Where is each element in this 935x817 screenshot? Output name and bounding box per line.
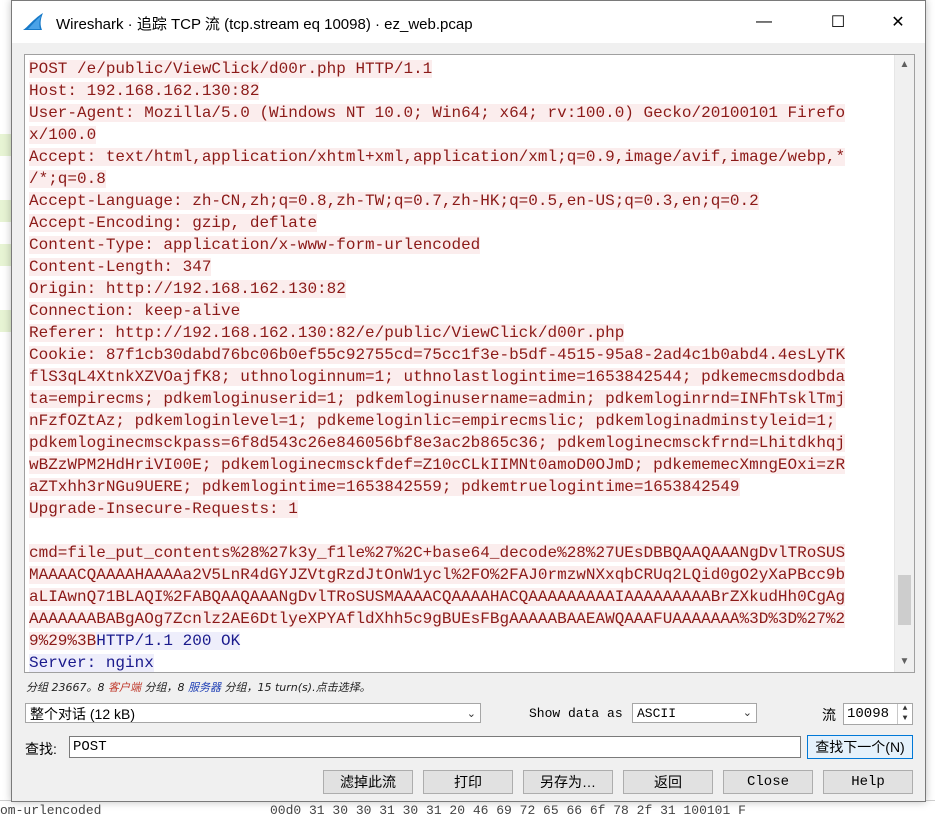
close-window-button[interactable]: ✕: [875, 1, 921, 43]
status-client-label: 客户端: [107, 681, 141, 694]
client-segment: x/100.0: [29, 126, 97, 144]
close-button[interactable]: Close: [723, 770, 813, 794]
find-label: 查找:: [25, 741, 57, 757]
stream-line: Host: 192.168.162.130:82: [29, 80, 891, 102]
client-segment: aLIAwnQ71BLAQI%2FABQAAQAAANgDvlTRoSUSMAA…: [29, 588, 846, 606]
client-segment: flS3qL4XtnkXZVOajfK8; uthnologinnum=1; u…: [29, 368, 846, 386]
client-segment: /*;q=0.8: [29, 170, 106, 188]
background-hex-dump: 00d0 31 30 30 31 30 31 20 46 69 72 65 66…: [270, 803, 746, 817]
client-segment: 9%29%3B: [29, 632, 97, 650]
scrollbar-thumb[interactable]: [898, 575, 911, 625]
show-data-value: ASCII: [637, 706, 677, 721]
client-segment: Host: 192.168.162.130:82: [29, 82, 260, 100]
stream-line: Accept-Language: zh-CN,zh;q=0.8,zh-TW;q=…: [29, 190, 891, 212]
stream-line: Server: nginx: [29, 652, 891, 672]
find-next-button[interactable]: 查找下一个(N): [807, 735, 913, 759]
stream-line: Upgrade-Insecure-Requests: 1: [29, 498, 891, 520]
server-segment: Server: nginx: [29, 654, 154, 672]
status-prefix: 分组 23667。8: [26, 681, 108, 694]
conversation-select-value: 整个对话 (12 kB): [30, 706, 136, 722]
stream-line: Cookie: 87f1cb30dabd76bc06b0ef55c92755cd…: [29, 344, 891, 366]
stream-line: cmd=file_put_contents%28%27k3y_f1le%27%2…: [29, 542, 891, 564]
stream-number-value: 10098: [847, 706, 890, 722]
stream-content-pane[interactable]: POST /e/public/ViewClick/d00r.php HTTP/1…: [24, 54, 915, 673]
stream-line: Accept: text/html,application/xhtml+xml,…: [29, 146, 891, 168]
stream-text[interactable]: POST /e/public/ViewClick/d00r.php HTTP/1…: [29, 58, 891, 672]
stream-line: POST /e/public/ViewClick/d00r.php HTTP/1…: [29, 58, 891, 80]
follow-tcp-stream-dialog: Wireshark · 追踪 TCP 流 (tcp.stream eq 1009…: [11, 0, 926, 802]
vertical-scrollbar[interactable]: ▲ ▼: [894, 55, 914, 672]
client-segment: ta=empirecms; pdkemloginuserid=1; pdkeml…: [29, 390, 846, 408]
client-segment: Accept-Language: zh-CN,zh;q=0.8,zh-TW;q=…: [29, 192, 759, 210]
client-segment: AAAAAAABABgAOg7Zcnlz2AE6DtlyeXPYAfldXhh5…: [29, 610, 846, 628]
stream-number-spinbox[interactable]: 10098 ▲ ▼: [843, 703, 913, 725]
client-segment: Content-Type: application/x-www-form-url…: [29, 236, 481, 254]
filter-out-button[interactable]: 滤掉此流: [323, 770, 413, 794]
stream-label: 流: [822, 707, 836, 723]
server-segment: HTTP/1.1 200 OK: [96, 632, 241, 650]
client-segment: wBZzWPM2HdHriVI00E; pdkemloginecmsckfdef…: [29, 456, 846, 474]
client-segment: nFzfOZtAz; pdkemloginlevel=1; pdkemelogi…: [29, 412, 836, 430]
stream-line: Accept-Encoding: gzip, deflate: [29, 212, 891, 234]
show-data-label: Show data as: [529, 706, 623, 721]
chevron-down-icon: ⌄: [742, 708, 752, 720]
stream-line: Content-Length: 347: [29, 256, 891, 278]
stream-line: User-Agent: Mozilla/5.0 (Windows NT 10.0…: [29, 102, 891, 124]
client-segment: Referer: http://192.168.162.130:82/e/pub…: [29, 324, 625, 342]
wireshark-fin-icon: [23, 13, 43, 30]
stream-line: 9%29%3BHTTP/1.1 200 OK: [29, 630, 891, 652]
client-segment: MAAAACQAAAAHAAAAa2V5LnR4dGYJZVtgRzdJtOnW…: [29, 566, 846, 584]
window-title: Wireshark · 追踪 TCP 流 (tcp.stream eq 1009…: [56, 16, 473, 33]
stream-line: aLIAwnQ71BLAQI%2FABQAAQAAANgDvlTRoSUSMAA…: [29, 586, 891, 608]
client-segment: Accept-Encoding: gzip, deflate: [29, 214, 318, 232]
stream-line: x/100.0: [29, 124, 891, 146]
stream-line: Connection: keep-alive: [29, 300, 891, 322]
background-bytes-pane: om-urlencoded 00d0 31 30 30 31 30 31 20 …: [0, 800, 935, 817]
minimize-button[interactable]: —: [741, 1, 787, 43]
client-segment: aZTxhh3rNGu9UERE; pdkemlogintime=1653842…: [29, 478, 740, 496]
status-server-label: 服务器: [187, 681, 221, 694]
stream-line: AAAAAAABABgAOg7Zcnlz2AE6DtlyeXPYAfldXhh5…: [29, 608, 891, 630]
find-input[interactable]: POST: [69, 736, 801, 758]
stream-line: pdkemloginecmsckpass=6f8d543c26e846056bf…: [29, 432, 891, 454]
chevron-down-icon: ⌄: [466, 708, 476, 720]
client-segment: Content-Length: 347: [29, 258, 212, 276]
client-segment: Cookie: 87f1cb30dabd76bc06b0ef55c92755cd…: [29, 346, 846, 364]
scroll-up-icon[interactable]: ▲: [895, 56, 914, 74]
client-segment: POST /e/public/ViewClick/d00r.php HTTP/1…: [29, 60, 433, 78]
stream-line: nFzfOZtAz; pdkemloginlevel=1; pdkemelogi…: [29, 410, 891, 432]
print-button[interactable]: 打印: [423, 770, 513, 794]
scroll-down-icon[interactable]: ▼: [895, 653, 914, 671]
stream-line: aZTxhh3rNGu9UERE; pdkemlogintime=1653842…: [29, 476, 891, 498]
status-line: 分组 23667。8 客户端 分组，8 服务器 分组，15 turn(s).点击…: [26, 679, 371, 695]
background-text: om-urlencoded: [0, 803, 102, 817]
stream-line: Origin: http://192.168.162.130:82: [29, 278, 891, 300]
stream-line: Content-Type: application/x-www-form-url…: [29, 234, 891, 256]
client-segment: cmd=file_put_contents%28%27k3y_f1le%27%2…: [29, 544, 846, 562]
conversation-select[interactable]: 整个对话 (12 kB) ⌄: [25, 703, 481, 723]
stream-line: ta=empirecms; pdkemloginuserid=1; pdkeml…: [29, 388, 891, 410]
stream-line: wBZzWPM2HdHriVI00E; pdkemloginecmsckfdef…: [29, 454, 891, 476]
client-segment: Upgrade-Insecure-Requests: 1: [29, 500, 298, 518]
stream-line: MAAAACQAAAAHAAAAa2V5LnR4dGYJZVtgRzdJtOnW…: [29, 564, 891, 586]
stream-line: Referer: http://192.168.162.130:82/e/pub…: [29, 322, 891, 344]
client-segment: pdkemloginecmsckpass=6f8d543c26e846056bf…: [29, 434, 846, 452]
client-segment: Connection: keep-alive: [29, 302, 241, 320]
title-bar: Wireshark · 追踪 TCP 流 (tcp.stream eq 1009…: [12, 1, 925, 43]
client-segment: Origin: http://192.168.162.130:82: [29, 280, 346, 298]
stream-line: flS3qL4XtnkXZVOajfK8; uthnologinnum=1; u…: [29, 366, 891, 388]
spin-arrows-icon[interactable]: ▲ ▼: [897, 704, 912, 724]
status-middle: 分组，8: [140, 681, 188, 694]
stream-line: [29, 520, 891, 542]
help-button[interactable]: Help: [823, 770, 913, 794]
client-segment: User-Agent: Mozilla/5.0 (Windows NT 10.0…: [29, 104, 846, 122]
stream-line: /*;q=0.8: [29, 168, 891, 190]
maximize-button[interactable]: ☐: [815, 1, 861, 43]
show-data-select[interactable]: ASCII ⌄: [632, 703, 757, 723]
status-suffix: 分组，15 turn(s).点击选择。: [220, 681, 371, 694]
back-button[interactable]: 返回: [623, 770, 713, 794]
save-as-button[interactable]: 另存为…: [523, 770, 613, 794]
client-segment: Accept: text/html,application/xhtml+xml,…: [29, 148, 846, 166]
